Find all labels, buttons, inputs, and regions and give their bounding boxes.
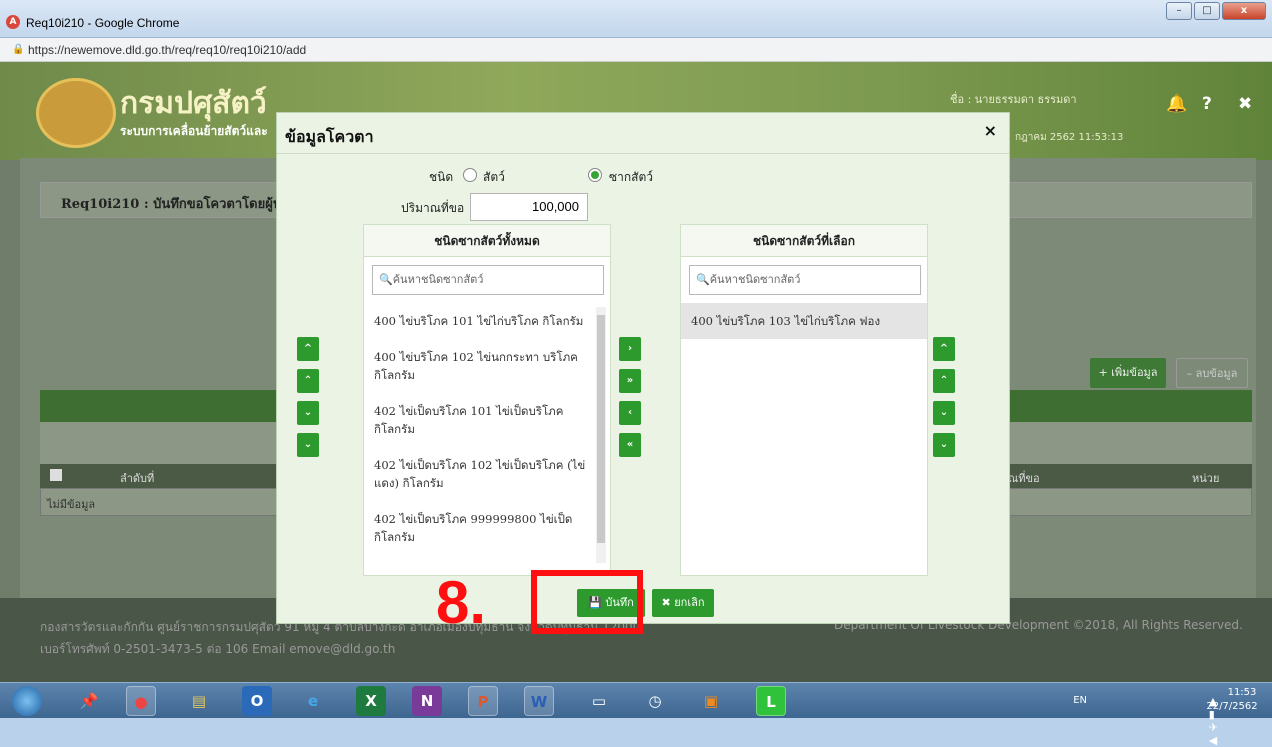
- ie-icon[interactable]: e: [298, 686, 328, 716]
- scrollbar-thumb[interactable]: [597, 315, 605, 543]
- col-unit: หน่วย: [1192, 472, 1220, 485]
- brand-name: กรมปศุสัตว์: [120, 86, 267, 121]
- pin-icon[interactable]: 📌: [74, 686, 104, 716]
- cancel-icon: ✖: [661, 596, 675, 609]
- list-item[interactable]: 400 ไข่บริโภค 101 ไข่ไก่บริโภค กิโลกรัม: [364, 303, 610, 339]
- left-search-input[interactable]: 🔍ค้นหาชนิดซากสัตว์: [372, 265, 604, 295]
- add-one-button[interactable]: ›: [619, 337, 641, 361]
- right-move-top-button[interactable]: ⌃: [933, 369, 955, 393]
- col-qty: ณที่ขอ: [1008, 472, 1040, 485]
- help-icon[interactable]: ?: [1202, 94, 1212, 114]
- move-up-button[interactable]: ^: [297, 337, 319, 361]
- right-move-bottom-button[interactable]: ⌄: [933, 433, 955, 457]
- minimize-button[interactable]: –: [1166, 2, 1192, 20]
- app-icon-orange[interactable]: ▣: [696, 686, 726, 716]
- radio-animal-label: สัตว์: [483, 170, 505, 184]
- right-move-up-button[interactable]: ^: [933, 337, 955, 361]
- close-window-button[interactable]: x: [1222, 2, 1266, 20]
- all-items-panel: ชนิดซากสัตว์ทั้งหมด 🔍ค้นหาชนิดซากสัตว์ 4…: [363, 224, 611, 576]
- search-icon: 🔍: [696, 273, 710, 286]
- outlook-icon[interactable]: O: [242, 686, 272, 716]
- right-search-placeholder: ค้นหาชนิดซากสัตว์: [709, 273, 801, 286]
- selected-items-title: ชนิดซากสัตว์ที่เลือก: [681, 225, 927, 257]
- department-logo: [36, 78, 116, 148]
- remove-all-button[interactable]: «: [619, 433, 641, 457]
- address-bar[interactable]: 🔒 https://newemove.dld.go.th/req/req10/r…: [0, 38, 1272, 62]
- annotation-highlight-box: [531, 570, 643, 634]
- chrome-icon[interactable]: ●: [126, 686, 156, 716]
- line-icon[interactable]: L: [756, 686, 786, 716]
- list-item[interactable]: 402 ไข่เป็ดบริโภค 101 ไข่เป็ดบริโภค กิโล…: [364, 393, 610, 447]
- move-top-button[interactable]: ⌃: [297, 369, 319, 393]
- clock-time[interactable]: 11:53: [1222, 687, 1262, 698]
- page-title: Req10i210 : บันทึกขอโควตาโดยผู้ประก: [61, 197, 303, 212]
- scanner-icon[interactable]: ▭: [584, 686, 614, 716]
- bell-icon[interactable]: 🔔: [1166, 94, 1187, 114]
- right-search-input[interactable]: 🔍ค้นหาชนิดซากสัตว์: [689, 265, 921, 295]
- all-items-list: 400 ไข่บริโภค 101 ไข่ไก่บริโภค กิโลกรัม …: [364, 303, 610, 575]
- selected-items-panel: ชนิดซากสัตว์ที่เลือก 🔍ค้นหาชนิดซากสัตว์ …: [680, 224, 928, 576]
- header-date: กฎาคม 2562 11:53:13: [1015, 132, 1124, 143]
- qty-input[interactable]: 100,000: [470, 193, 588, 221]
- language-indicator[interactable]: EN: [1073, 695, 1087, 706]
- lock-icon: 🔒: [12, 44, 25, 55]
- start-button[interactable]: [12, 686, 42, 716]
- system-subtitle: ระบบการเคลื่อนย้ายสัตว์และ: [120, 124, 268, 138]
- all-items-title: ชนิดซากสัตว์ทั้งหมด: [364, 225, 610, 257]
- step-annotation: 8.: [436, 569, 487, 636]
- cancel-button[interactable]: ✖ ยกเลิก: [652, 589, 714, 617]
- close-icon[interactable]: ✖: [1238, 94, 1252, 114]
- taskbar: 📌 ● ▤ O e X N P W ▭ ◷ ▣ L EN ▲ ▮ ✈ ◀ 11:…: [0, 682, 1272, 747]
- radio-animal[interactable]: [463, 168, 477, 182]
- list-item[interactable]: 402 ไข่เป็ดบริโภค 102 ไข่เป็ดบริโภค (ไข่…: [364, 447, 610, 501]
- url-text[interactable]: https://newemove.dld.go.th/req/req10/req…: [28, 43, 306, 57]
- folder-icon[interactable]: ▤: [184, 686, 214, 716]
- user-name: ชื่อ : นายธรรมดา ธรรมดา: [950, 93, 1077, 106]
- selected-items-list: 400 ไข่บริโภค 103 ไข่ไก่บริโภค ฟอง: [681, 303, 927, 575]
- move-bottom-button[interactable]: ⌄: [297, 433, 319, 457]
- delete-button[interactable]: – ลบข้อมูล: [1176, 358, 1248, 388]
- right-move-down-button[interactable]: ⌄: [933, 401, 955, 425]
- move-down-button[interactable]: ⌄: [297, 401, 319, 425]
- search-icon: 🔍: [379, 273, 393, 286]
- clock-date[interactable]: 22/7/2562: [1202, 701, 1262, 712]
- browser-title-bar: A Req10i210 - Google Chrome – □ x: [0, 0, 1272, 38]
- list-item[interactable]: 400 ไข่บริโภค 103 ไข่ไก่บริโภค ฟอง: [681, 303, 927, 339]
- radio-carcass[interactable]: [588, 168, 602, 182]
- modal-title: ข้อมูลโควตา: [285, 127, 374, 146]
- type-label: ชนิด: [429, 170, 454, 184]
- clock-icon[interactable]: ◷: [640, 686, 670, 716]
- qty-label: ปริมาณที่ขอ: [401, 201, 465, 215]
- quota-modal: ข้อมูลโควตา × ชนิด สัตว์ ซากสัตว์ ปริมาณ…: [276, 112, 1010, 624]
- remove-one-button[interactable]: ‹: [619, 401, 641, 425]
- list-item[interactable]: 400 ไข่บริโภค 102 ไข่นกกระทา บริโภค กิโล…: [364, 339, 610, 393]
- modal-close-button[interactable]: ×: [984, 121, 997, 140]
- radio-carcass-label: ซากสัตว์: [609, 170, 654, 184]
- excel-icon[interactable]: X: [356, 686, 386, 716]
- cancel-label: ยกเลิก: [674, 596, 705, 609]
- onenote-icon[interactable]: N: [412, 686, 442, 716]
- select-all-checkbox[interactable]: [50, 469, 62, 481]
- footer-contact: เบอร์โทรศัพท์ 0-2501-3473-5 ต่อ 106 Emai…: [40, 642, 396, 656]
- add-button[interactable]: + เพิ่มข้อมูล: [1090, 358, 1166, 388]
- add-all-button[interactable]: »: [619, 369, 641, 393]
- modal-divider: [277, 153, 1009, 154]
- word-icon[interactable]: W: [524, 686, 554, 716]
- no-data-text: ไม่มีข้อมูล: [47, 498, 96, 511]
- col-no: ลำดับที่: [120, 472, 155, 485]
- window-title: Req10i210 - Google Chrome: [26, 16, 180, 30]
- maximize-button[interactable]: □: [1194, 2, 1220, 20]
- left-search-placeholder: ค้นหาชนิดซากสัตว์: [392, 273, 484, 286]
- window-controls: – □ x: [1166, 2, 1266, 20]
- powerpoint-icon[interactable]: P: [468, 686, 498, 716]
- list-item[interactable]: 402 ไข่เป็ดบริโภค 999999800 ไข่เป็ด กิโล…: [364, 501, 610, 555]
- list-scrollbar[interactable]: [596, 307, 606, 563]
- app-icon: A: [6, 15, 20, 29]
